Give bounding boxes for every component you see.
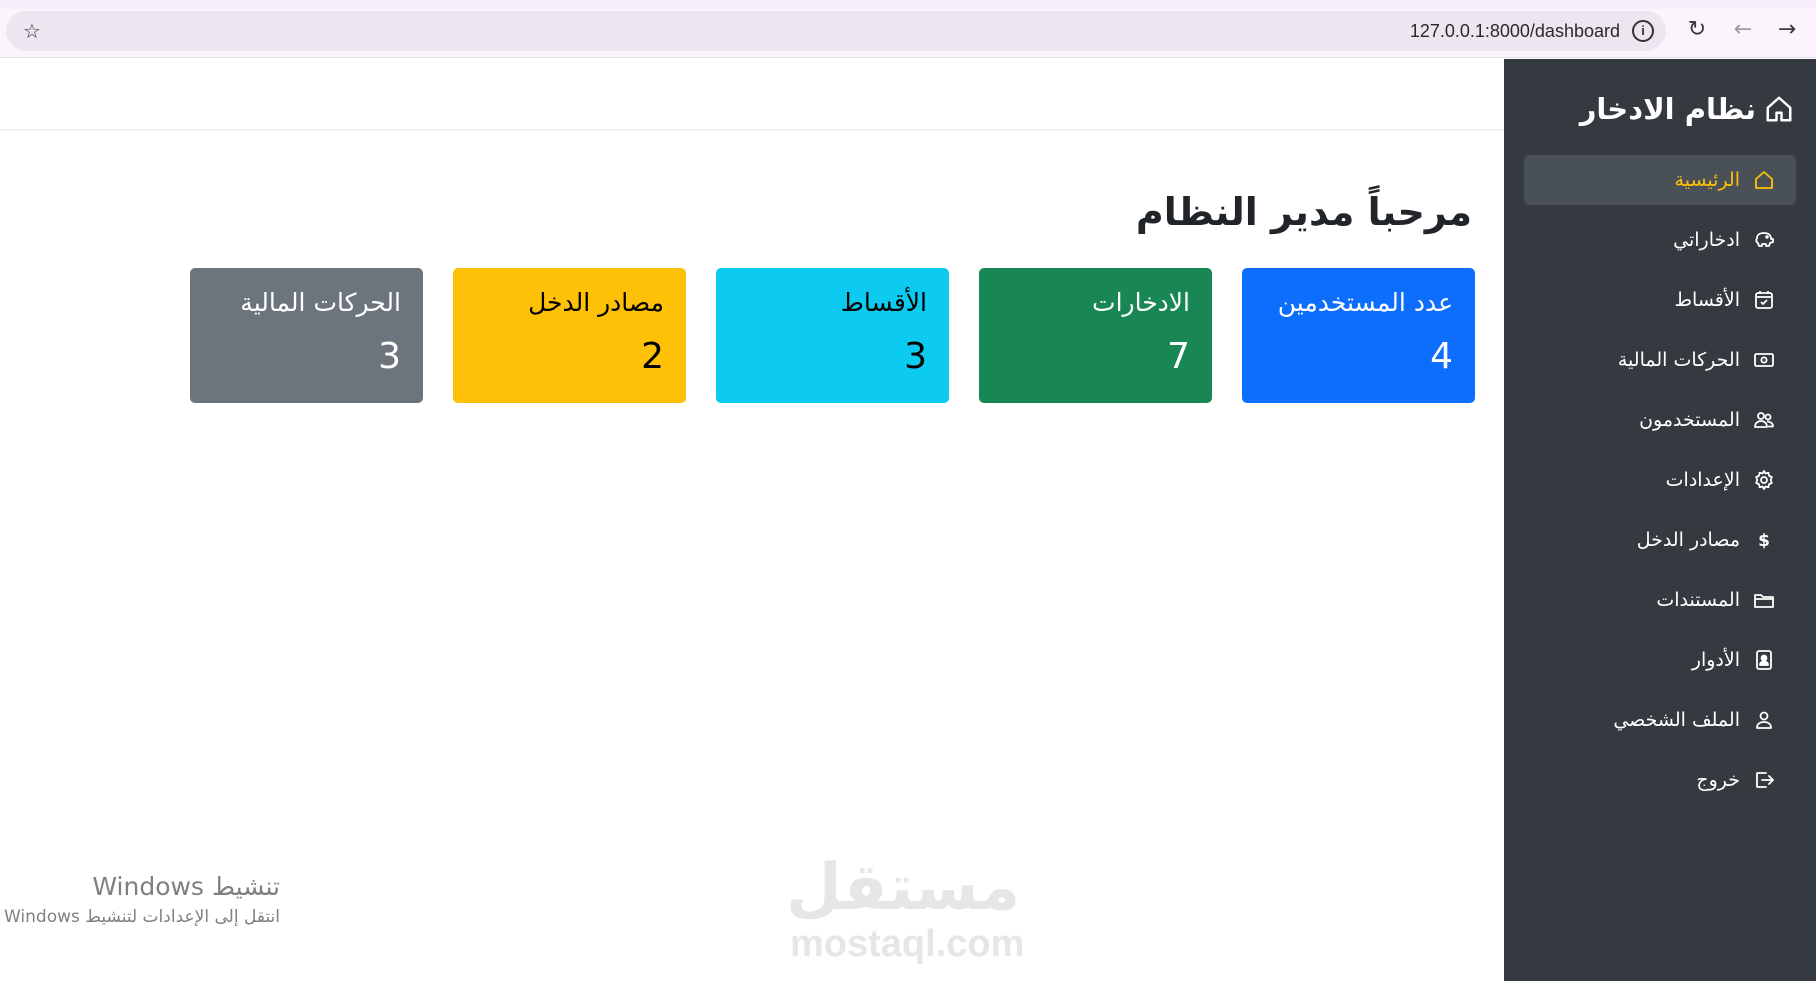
url-text[interactable]: 127.0.0.1:8000/dashboard: [1410, 21, 1620, 42]
sidebar-item-label: الأدوار: [1691, 649, 1740, 671]
windows-activation-subtitle: انتقل إلى الإعدادات لتنشيط Windows: [3, 907, 280, 927]
sidebar-item-income-sources[interactable]: $ مصادر الدخل: [1524, 515, 1796, 565]
mostaql-watermark: مستقل mostaql.com: [785, 851, 1025, 965]
piggy-bank-icon: [1755, 232, 1774, 247]
mostaql-logo-arabic: مستقل: [785, 851, 1020, 925]
browser-toolbar: ☆ 127.0.0.1:8000/dashboard i ↻ ← →: [0, 0, 1816, 58]
gear-icon: [1755, 470, 1773, 490]
windows-activation-watermark: تنشيط Windows انتقل إلى الإعدادات لتنشيط…: [0, 872, 280, 927]
sidebar-menu: الرئيسية ادخاراتي الأقساط الحركات المالي…: [1524, 155, 1796, 815]
info-icon[interactable]: i: [1632, 20, 1654, 42]
stat-card-label: الحركات المالية: [240, 288, 401, 317]
stat-card-value: 3: [904, 336, 927, 377]
stats-cards: عدد المستخدمين 4 الادخارات 7 الأقساط 3 م…: [189, 268, 1475, 403]
sidebar-item-transactions[interactable]: الحركات المالية: [1524, 335, 1796, 385]
stat-card-installments: الأقساط 3: [716, 268, 949, 403]
sidebar-item-label: ادخاراتي: [1673, 229, 1740, 251]
sidebar-item-label: الملف الشخصي: [1613, 709, 1740, 731]
mostaql-logo-latin: mostaql.com: [790, 923, 1025, 965]
stat-card-income-sources: مصادر الدخل 2: [453, 268, 686, 403]
sidebar-item-label: المستخدمون: [1639, 409, 1740, 431]
sidebar-item-label: الرئيسية: [1674, 169, 1740, 191]
person-badge-icon: [1756, 650, 1772, 670]
sidebar-item-label: الأقساط: [1674, 289, 1740, 311]
stat-card-value: 4: [1430, 336, 1453, 377]
sidebar-item-logout[interactable]: خروج: [1524, 755, 1796, 805]
stat-card-label: الادخارات: [1092, 288, 1190, 317]
sidebar-item-documents[interactable]: المستندات: [1524, 575, 1796, 625]
stat-card-users: عدد المستخدمين 4: [1242, 268, 1475, 403]
calendar-check-icon: [1755, 291, 1773, 309]
address-bar[interactable]: ☆ 127.0.0.1:8000/dashboard i: [6, 11, 1666, 51]
sidebar-item-label: مصادر الدخل: [1636, 529, 1740, 551]
stat-card-value: 2: [641, 336, 664, 377]
stat-card-label: مصادر الدخل: [528, 288, 664, 317]
stat-card-value: 3: [378, 336, 401, 377]
sidebar: نظام الادخار الرئيسية ادخاراتي الأقساط ا…: [1504, 59, 1816, 981]
back-arrow-icon[interactable]: ←: [1728, 15, 1758, 45]
sidebar-item-home[interactable]: الرئيسية: [1524, 155, 1796, 205]
sidebar-item-settings[interactable]: الإعدادات: [1524, 455, 1796, 505]
stat-card-label: الأقساط: [840, 288, 927, 317]
dollar-icon: $: [1758, 531, 1770, 551]
brand[interactable]: نظام الادخار: [1580, 85, 1794, 133]
tab-strip-edge: [0, 0, 1816, 9]
folder-icon: [1754, 594, 1774, 608]
sidebar-item-label: الحركات المالية: [1617, 349, 1740, 371]
forward-arrow-icon[interactable]: →: [1772, 15, 1802, 45]
svg-text:$: $: [1758, 531, 1770, 551]
brand-title: نظام الادخار: [1579, 92, 1756, 126]
stat-card-label: عدد المستخدمين: [1277, 288, 1453, 317]
users-icon: [1754, 412, 1774, 428]
stat-card-savings: الادخارات 7: [979, 268, 1212, 403]
sidebar-item-label: المستندات: [1656, 589, 1740, 611]
sidebar-item-label: خروج: [1696, 769, 1740, 791]
top-navbar: [0, 59, 1504, 131]
sidebar-item-my-savings[interactable]: ادخاراتي: [1524, 215, 1796, 265]
sidebar-item-profile[interactable]: الملف الشخصي: [1524, 695, 1796, 745]
home-icon: [1766, 96, 1792, 122]
star-icon[interactable]: ☆: [20, 19, 44, 43]
page-title: مرحباً مدير النظام: [1135, 190, 1472, 234]
sidebar-item-installments[interactable]: الأقساط: [1524, 275, 1796, 325]
stat-card-transactions: الحركات المالية 3: [190, 268, 423, 403]
cash-icon: [1754, 353, 1774, 367]
reload-icon[interactable]: ↻: [1682, 15, 1712, 45]
sidebar-item-users[interactable]: المستخدمون: [1524, 395, 1796, 445]
stat-card-value: 7: [1167, 336, 1190, 377]
person-icon: [1756, 711, 1772, 729]
sidebar-item-label: الإعدادات: [1665, 469, 1740, 491]
home-icon: [1755, 171, 1773, 189]
windows-activation-title: تنشيط Windows: [92, 872, 280, 901]
sidebar-item-roles[interactable]: الأدوار: [1524, 635, 1796, 685]
logout-icon: [1756, 772, 1774, 788]
